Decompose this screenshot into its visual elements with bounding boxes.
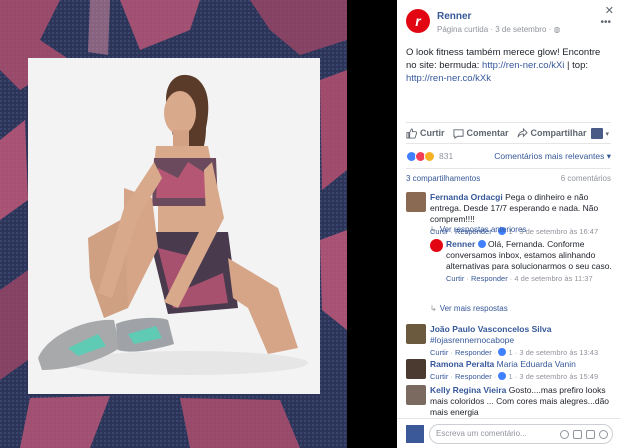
close-icon[interactable]: ✕ xyxy=(605,4,614,17)
like-count-icon xyxy=(498,372,507,380)
page-name-link[interactable]: Renner xyxy=(437,11,471,22)
globe-icon: ◍ xyxy=(553,25,561,34)
share-comment-counts: 3 compartilhamentos 6 comentários xyxy=(406,168,611,186)
reaction-count: 831 xyxy=(439,151,454,161)
post-action-bar: Curtir Comentar Compartilhar ▾ xyxy=(406,122,611,144)
commenter-avatar[interactable] xyxy=(406,192,426,212)
reply-arrow-icon: ↳ xyxy=(430,304,437,313)
comment-body: Kelly Regina Vieira Gosto....mas prefiro… xyxy=(430,385,612,418)
like-count-icon xyxy=(498,348,507,356)
commenter-avatar[interactable] xyxy=(406,324,426,344)
comment-label: Comentar xyxy=(466,128,509,138)
comment-hashtag-link[interactable]: #lojasrennernocabope xyxy=(430,335,514,345)
more-options-icon[interactable]: ••• xyxy=(600,17,611,28)
reply-item: Renner Olá, Fernanda. Conforme conversam… xyxy=(430,239,612,299)
gif-icon[interactable] xyxy=(586,430,595,439)
comment-body: Ramona Peralta Maria Eduarda Vanin Curti… xyxy=(430,359,612,382)
current-user-avatar xyxy=(406,425,424,443)
page-avatar[interactable]: r xyxy=(406,9,430,33)
comment-meta: Curtir · Responder · 1 · 3 de setembro à… xyxy=(430,348,599,357)
shares-count-link[interactable]: 3 compartilhamentos xyxy=(406,174,480,183)
comment-button[interactable]: Comentar xyxy=(452,128,509,139)
comment-reply-link[interactable]: Responder xyxy=(455,348,492,357)
share-button[interactable]: Compartilhar xyxy=(516,127,587,139)
commenter-name[interactable]: Fernanda Ordacgi xyxy=(430,192,503,202)
emoji-icon[interactable] xyxy=(560,430,569,439)
share-label: Compartilhar xyxy=(530,128,587,138)
commenter-avatar[interactable] xyxy=(406,385,426,405)
composer-tools xyxy=(560,430,608,439)
reply-meta: Curtir · Responder · 4 de setembro às 11… xyxy=(446,274,593,283)
caption-text-2: | top: xyxy=(564,60,589,71)
comment-item: Kelly Regina Vieira Gosto....mas prefiro… xyxy=(406,385,612,421)
reply-like-link[interactable]: Curtir xyxy=(446,274,464,283)
comment-sort-dropdown[interactable]: Comentários mais relevantes ▾ xyxy=(494,151,611,162)
comment-reply-link[interactable]: Responder xyxy=(455,372,492,381)
comment-like-count: 1 xyxy=(508,348,513,357)
like-label: Curtir xyxy=(420,128,445,138)
comment-date[interactable]: 3 de setembro às 13:43 xyxy=(519,348,598,357)
comment-date[interactable]: 3 de setembro às 15:49 xyxy=(519,372,598,381)
chevron-down-icon: ▾ xyxy=(605,130,609,138)
post-caption: O look fitness também merece glow! Encon… xyxy=(397,42,620,122)
comments-count[interactable]: 6 comentários xyxy=(561,174,611,183)
post-panel: r Renner Página curtida · 3 de setembro … xyxy=(397,0,620,448)
view-more-replies-label: Ver mais respostas xyxy=(439,304,508,313)
commenter-name[interactable]: Kelly Regina Vieira xyxy=(430,385,506,395)
reply-author-name[interactable]: Renner xyxy=(446,239,475,249)
comment-date[interactable]: 3 de setembro às 16:47 xyxy=(519,227,598,236)
comment-composer: Escreva um comentário... xyxy=(397,418,620,448)
post-meta-text: Página curtida · 3 de setembro · xyxy=(437,25,554,34)
renner-reply-avatar[interactable] xyxy=(430,239,443,252)
top-link[interactable]: http://ren-ner.co/kXk xyxy=(406,73,491,84)
comment-item: Ramona Peralta Maria Eduarda Vanin Curti… xyxy=(406,359,612,383)
reply-arrow-icon: ↳ xyxy=(430,225,437,234)
identity-avatar xyxy=(591,128,604,139)
comment-like-count: 1 xyxy=(508,372,513,381)
comment-icon xyxy=(452,128,464,139)
sticker-icon[interactable] xyxy=(599,430,608,439)
wow-reaction-icon xyxy=(424,150,435,162)
view-previous-replies-label: Ver respostas anteriores xyxy=(439,225,527,234)
like-button[interactable]: Curtir xyxy=(406,127,445,139)
comment-tagged-user[interactable]: Maria Eduarda Vanin xyxy=(497,359,576,369)
comment-like-link[interactable]: Curtir xyxy=(430,372,448,381)
bermuda-link[interactable]: http://ren-ner.co/kXi xyxy=(482,60,564,71)
share-icon xyxy=(516,127,528,137)
reply-body: Renner Olá, Fernanda. Conforme conversam… xyxy=(446,239,612,284)
view-previous-replies[interactable]: ↳ Ver respostas anteriores xyxy=(430,225,526,234)
commenter-avatar[interactable] xyxy=(406,359,426,379)
photo-viewer xyxy=(0,0,397,448)
identity-selector[interactable]: ▾ xyxy=(591,128,609,139)
comment-like-link[interactable]: Curtir xyxy=(430,348,448,357)
reactions-summary[interactable]: 831 Comentários mais relevantes ▾ xyxy=(406,144,611,168)
reply-date[interactable]: 4 de setembro às 11:37 xyxy=(514,274,592,283)
view-more-replies[interactable]: ↳ Ver mais respostas xyxy=(430,304,508,313)
camera-icon[interactable] xyxy=(573,430,582,439)
thumbs-up-icon xyxy=(406,127,417,139)
comment-meta: Curtir · Responder · 1 · 3 de setembro à… xyxy=(430,372,599,381)
post-meta: Página curtida · 3 de setembro · ◍ xyxy=(437,25,561,34)
comment-item: João Paulo Vasconcelos Silva #lojasrenne… xyxy=(406,324,612,357)
product-photo[interactable] xyxy=(28,58,320,394)
post-header: r Renner Página curtida · 3 de setembro … xyxy=(397,0,620,42)
verified-badge-icon xyxy=(477,240,486,248)
reply-reply-link[interactable]: Responder xyxy=(471,274,508,283)
commenter-name[interactable]: Ramona Peralta xyxy=(430,359,494,369)
commenter-name[interactable]: João Paulo Vasconcelos Silva xyxy=(430,324,551,334)
comment-body: João Paulo Vasconcelos Silva #lojasrenne… xyxy=(430,324,612,358)
